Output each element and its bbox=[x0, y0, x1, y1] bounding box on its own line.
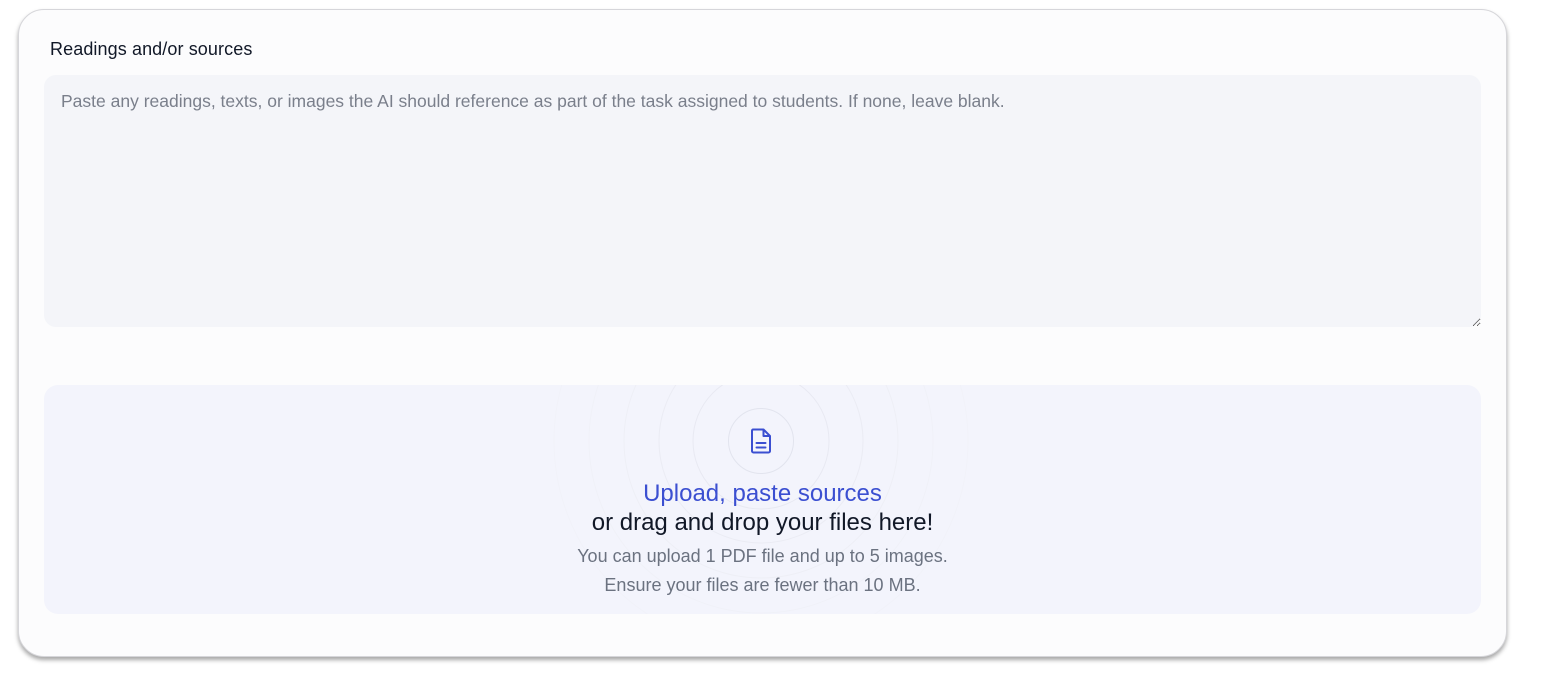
readings-sources-card: Readings and/or sources Upload, paste so… bbox=[18, 9, 1507, 657]
upload-paste-sources-link[interactable]: Upload, paste sources bbox=[44, 480, 1481, 508]
upload-dropzone[interactable]: Upload, paste sources or drag and drop y… bbox=[44, 385, 1481, 614]
upload-limit-hint: You can upload 1 PDF file and up to 5 im… bbox=[577, 546, 948, 566]
readings-textarea[interactable] bbox=[44, 75, 1481, 327]
upload-size-hint: Ensure your files are fewer than 10 MB. bbox=[604, 575, 921, 595]
readings-textarea-wrapper bbox=[44, 75, 1481, 327]
document-icon-badge bbox=[728, 408, 794, 474]
drag-drop-text: or drag and drop your files here! bbox=[591, 509, 934, 536]
readings-label: Readings and/or sources bbox=[50, 39, 253, 59]
document-icon bbox=[751, 428, 771, 454]
